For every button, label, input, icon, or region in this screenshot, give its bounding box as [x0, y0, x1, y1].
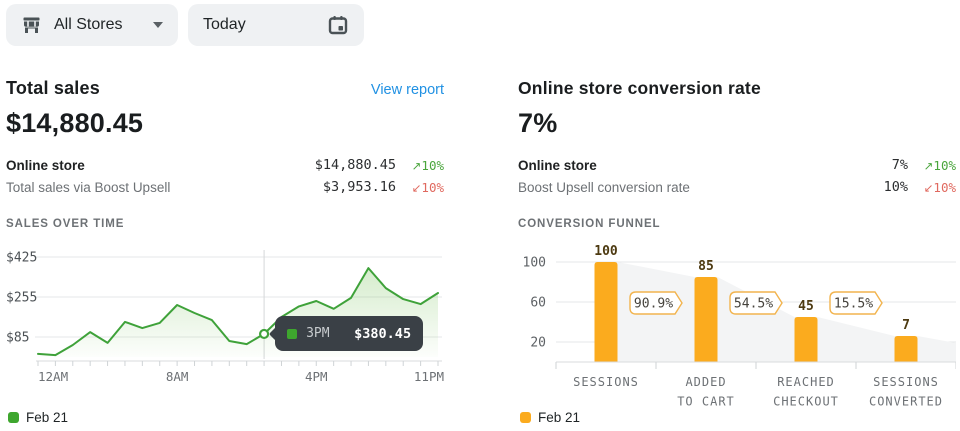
funnel-bar[interactable] [795, 317, 818, 362]
legend-swatch-icon [520, 412, 531, 423]
chevron-down-icon [153, 22, 163, 28]
funnel-bar[interactable] [595, 262, 618, 362]
x-axis-category-label: SESSIONS [873, 375, 939, 389]
x-axis-category-label: CHECKOUT [773, 395, 839, 409]
conversion-funnel-heading: CONVERSION FUNNEL [518, 218, 660, 230]
funnel-bar[interactable] [695, 277, 718, 362]
store-icon [21, 15, 42, 36]
filters-toolbar: All Stores Today [6, 4, 364, 46]
metric-label: Online store [518, 158, 892, 173]
legend-label: Feb 21 [26, 410, 68, 425]
bar-value-label: 100 [594, 244, 618, 259]
x-axis-category-label: SESSIONS [573, 375, 639, 389]
metric-row-online-store: Online store $14,880.45 ↗10% [6, 154, 444, 176]
metric-delta: ↙10% [396, 180, 444, 195]
y-axis-label: 60 [530, 296, 546, 311]
y-axis-label: 20 [530, 336, 546, 351]
metric-label: Total sales via Boost Upsell [6, 180, 323, 195]
x-axis-label: 12AM [38, 369, 68, 384]
series-swatch-icon [287, 329, 297, 339]
total-sales-value: $14,880.45 [6, 108, 143, 139]
legend-label: Feb 21 [538, 410, 580, 425]
data-point-marker[interactable] [260, 330, 268, 338]
conversion-rate-title: Online store conversion rate [518, 78, 761, 99]
bar-value-label: 45 [798, 299, 814, 314]
tooltip-value: $380.45 [354, 326, 411, 342]
sales-over-time-heading: SALES OVER TIME [6, 218, 124, 230]
metric-value: $3,953.16 [323, 179, 396, 195]
date-filter-label: Today [203, 16, 246, 34]
date-filter-button[interactable]: Today [188, 4, 364, 46]
total-sales-title: Total sales [6, 78, 100, 99]
view-report-link[interactable]: View report [371, 82, 444, 98]
y-axis-label: 100 [523, 256, 546, 271]
metric-row-boost-upsell: Boost Upsell conversion rate 10% ↙10% [518, 176, 956, 198]
metric-delta: ↗10% [908, 158, 956, 173]
x-axis-label: 4PM [305, 369, 328, 384]
y-axis-label: $425 [6, 251, 37, 266]
metric-delta: ↙10% [908, 180, 956, 195]
x-axis-category-label: ADDED [685, 375, 726, 389]
metric-row-boost-upsell: Total sales via Boost Upsell $3,953.16 ↙… [6, 176, 444, 198]
funnel-bar[interactable] [895, 336, 918, 362]
arrow-up-icon: ↗ [412, 159, 422, 173]
metric-value: 7% [892, 157, 908, 173]
legend-swatch-icon [8, 412, 19, 423]
arrow-down-icon: ↙ [412, 181, 422, 195]
metric-label: Boost Upsell conversion rate [518, 180, 884, 195]
funnel-chart-legend: Feb 21 [520, 410, 580, 425]
metric-label: Online store [6, 158, 315, 173]
y-axis-label: $85 [6, 331, 29, 346]
metric-value: 10% [884, 179, 908, 195]
metric-delta: ↗10% [396, 158, 444, 173]
conversion-badge-label: 90.9% [634, 297, 673, 312]
arrow-up-icon: ↗ [924, 159, 934, 173]
bar-value-label: 7 [902, 318, 910, 333]
conversion-rate-value: 7% [518, 108, 557, 139]
sales-chart-legend: Feb 21 [8, 410, 68, 425]
arrow-down-icon: ↙ [924, 181, 934, 195]
calendar-icon [327, 14, 349, 36]
chart-tooltip: 3PM $380.45 [275, 316, 423, 351]
x-axis-category-label: REACHED [777, 375, 835, 389]
tooltip-time: 3PM [306, 326, 329, 341]
total-sales-breakdown: Online store $14,880.45 ↗10% Total sales… [6, 154, 444, 198]
conversion-rate-panel: Online store conversion rate 7% Online s… [518, 70, 956, 431]
metric-value: $14,880.45 [315, 157, 396, 173]
y-axis-label: $255 [6, 291, 37, 306]
bar-value-label: 85 [698, 259, 714, 274]
funnel-bar-chart-svg[interactable]: 100 60 20 100 85 45 7 90.9% 54.5% 15.5% SESSIONS AD… [518, 242, 956, 414]
conversion-badge-label: 15.5% [834, 297, 873, 312]
x-axis-label: 8AM [166, 369, 189, 384]
conversion-funnel-chart[interactable]: 100 60 20 100 85 45 7 90.9% 54.5% 15.5% SESSIONS AD… [518, 242, 956, 414]
x-axis-label: 11PM [414, 369, 444, 384]
conversion-badge-label: 54.5% [734, 297, 773, 312]
store-filter-button[interactable]: All Stores [6, 4, 178, 46]
x-axis-category-label: TO CART [677, 395, 735, 409]
metric-row-online-store: Online store 7% ↗10% [518, 154, 956, 176]
x-axis-category-label: CONVERTED [869, 395, 943, 409]
store-filter-label: All Stores [54, 16, 122, 34]
conversion-breakdown: Online store 7% ↗10% Boost Upsell conver… [518, 154, 956, 198]
sales-over-time-chart[interactable]: $425 $255 $85 12AM 8AM 4PM 11PM 3PM $380.45 [6, 242, 444, 392]
total-sales-panel: Total sales View report $14,880.45 Onlin… [6, 70, 444, 431]
